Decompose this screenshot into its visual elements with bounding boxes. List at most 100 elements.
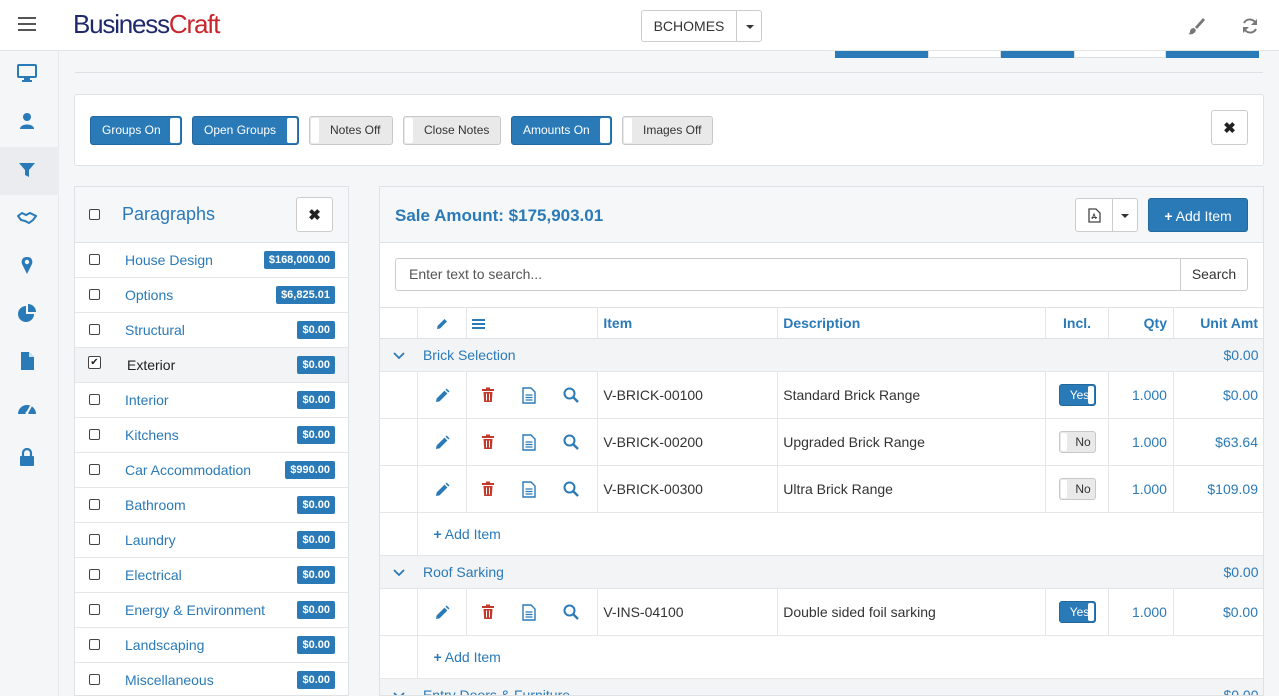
- table-row[interactable]: V-BRICK-00100 Standard Brick Range Yes 1.00…: [380, 371, 1263, 419]
- images-toggle[interactable]: Images Off: [622, 116, 713, 145]
- paragraph-item[interactable]: Car Accommodation $990.00: [75, 453, 348, 488]
- col-incl[interactable]: Incl.: [1045, 307, 1110, 339]
- group-row[interactable]: Entry Doors & Furniture $0.00: [380, 678, 1263, 696]
- groups-toggle[interactable]: Groups On: [90, 116, 182, 145]
- paragraph-checkbox[interactable]: [89, 464, 100, 475]
- included-toggle[interactable]: Yes: [1058, 601, 1096, 623]
- group-row[interactable]: Brick Selection $0.00: [380, 338, 1263, 372]
- location-icon[interactable]: [17, 256, 37, 276]
- notes-icon[interactable]: [522, 481, 537, 498]
- group-name[interactable]: Entry Doors & Furniture: [417, 678, 1174, 695]
- paragraph-checkbox[interactable]: [89, 534, 100, 545]
- paragraph-item[interactable]: Kitchens $0.00: [75, 418, 348, 453]
- top-tab-4[interactable]: [1074, 51, 1166, 58]
- pdf-export-button[interactable]: [1075, 198, 1138, 232]
- paragraph-label[interactable]: Car Accommodation: [125, 462, 251, 478]
- monitor-icon[interactable]: [17, 63, 37, 83]
- item-unit-amt[interactable]: $63.64: [1173, 418, 1263, 466]
- pencil-icon[interactable]: [434, 605, 450, 621]
- paragraph-item[interactable]: Miscellaneous $0.00: [75, 663, 348, 695]
- search-button[interactable]: Search: [1180, 258, 1248, 291]
- chevron-down-icon[interactable]: [393, 692, 405, 696]
- paragraph-label[interactable]: Miscellaneous: [125, 672, 214, 688]
- notes-toggle[interactable]: Notes Off: [309, 116, 393, 145]
- notes-icon[interactable]: [522, 434, 537, 451]
- item-qty[interactable]: 1.000: [1108, 418, 1174, 466]
- paragraph-label[interactable]: Electrical: [125, 567, 182, 583]
- handshake-icon[interactable]: [17, 208, 37, 228]
- paragraph-checkbox[interactable]: [89, 604, 100, 615]
- paragraph-checkbox[interactable]: [89, 429, 100, 440]
- paragraph-checkbox[interactable]: ✔: [88, 356, 101, 369]
- item-qty[interactable]: 1.000: [1108, 588, 1174, 636]
- paragraph-checkbox[interactable]: [89, 254, 100, 265]
- paragraph-item[interactable]: Options $6,825.01: [75, 278, 348, 313]
- paragraph-item[interactable]: Landscaping $0.00: [75, 628, 348, 663]
- search-icon[interactable]: [563, 604, 580, 621]
- search-icon[interactable]: [563, 481, 580, 498]
- paragraph-checkbox[interactable]: [89, 674, 100, 685]
- group-name[interactable]: Brick Selection: [417, 338, 1174, 372]
- search-input[interactable]: Enter text to search...: [395, 258, 1181, 291]
- col-unit-amt[interactable]: Unit Amt: [1173, 307, 1263, 339]
- paragraph-checkbox[interactable]: [89, 499, 100, 510]
- company-dropdown-button[interactable]: [737, 11, 761, 41]
- chevron-down-icon[interactable]: [393, 569, 405, 577]
- paragraph-item[interactable]: Structural $0.00: [75, 313, 348, 348]
- chevron-down-icon[interactable]: [393, 352, 405, 360]
- search-icon[interactable]: [563, 434, 580, 451]
- paragraph-label[interactable]: Energy & Environment: [125, 602, 265, 618]
- paragraph-checkbox[interactable]: [89, 289, 100, 300]
- item-unit-amt[interactable]: $0.00: [1173, 371, 1263, 419]
- paragraph-label[interactable]: Kitchens: [125, 427, 179, 443]
- table-row[interactable]: V-BRICK-00300 Ultra Brick Range No 1.000 $10…: [380, 465, 1263, 513]
- item-qty[interactable]: 1.000: [1108, 465, 1174, 513]
- paragraph-item[interactable]: Interior $0.00: [75, 383, 348, 418]
- select-all-checkbox[interactable]: [89, 209, 100, 220]
- top-tab-5[interactable]: [1166, 51, 1259, 58]
- paragraph-item[interactable]: Energy & Environment $0.00: [75, 593, 348, 628]
- paragraph-label[interactable]: Structural: [125, 322, 185, 338]
- top-tab-3[interactable]: [1001, 51, 1074, 58]
- paragraph-item[interactable]: Laundry $0.00: [75, 523, 348, 558]
- group-row[interactable]: Roof Sarking $0.00: [380, 555, 1263, 589]
- trash-icon[interactable]: [481, 481, 495, 497]
- paragraph-label[interactable]: Laundry: [125, 532, 176, 548]
- table-row[interactable]: V-BRICK-00200 Upgraded Brick Range No 1.000…: [380, 418, 1263, 466]
- included-toggle[interactable]: No: [1058, 431, 1096, 453]
- paragraph-label[interactable]: Landscaping: [125, 637, 204, 653]
- trash-icon[interactable]: [481, 604, 495, 620]
- notes-icon[interactable]: [522, 604, 537, 621]
- refresh-icon[interactable]: [1240, 16, 1260, 36]
- trash-icon[interactable]: [481, 434, 495, 450]
- filter-icon[interactable]: [17, 160, 37, 180]
- included-toggle[interactable]: Yes: [1058, 384, 1096, 406]
- item-unit-amt[interactable]: $109.09: [1173, 465, 1263, 513]
- amounts-toggle[interactable]: Amounts On: [511, 116, 612, 145]
- brush-icon[interactable]: [1186, 16, 1206, 36]
- user-icon[interactable]: [17, 111, 37, 131]
- top-tab-1[interactable]: [835, 51, 928, 58]
- paragraph-label[interactable]: Bathroom: [125, 497, 186, 513]
- table-row[interactable]: V-INS-04100 Double sided foil sarking Yes 1…: [380, 588, 1263, 636]
- paragraph-item[interactable]: House Design $168,000.00: [75, 243, 348, 278]
- item-qty[interactable]: 1.000: [1108, 371, 1174, 419]
- group-name[interactable]: Roof Sarking: [417, 555, 1174, 589]
- paragraph-checkbox[interactable]: [89, 324, 100, 335]
- top-tab-2[interactable]: [928, 51, 1001, 58]
- item-unit-amt[interactable]: $0.00: [1173, 588, 1263, 636]
- search-icon[interactable]: [563, 387, 580, 404]
- add-item-link[interactable]: + Add Item: [433, 649, 500, 665]
- paragraph-label[interactable]: Exterior: [127, 357, 175, 373]
- pencil-icon[interactable]: [434, 482, 450, 498]
- paragraph-label[interactable]: House Design: [125, 252, 213, 268]
- paragraph-label[interactable]: Options: [125, 287, 173, 303]
- menu-icon[interactable]: [18, 17, 36, 33]
- document-icon[interactable]: [17, 351, 37, 371]
- company-selector[interactable]: BCHOMES: [641, 10, 762, 42]
- add-item-button[interactable]: + Add Item: [1148, 198, 1248, 232]
- col-item[interactable]: Item: [597, 307, 779, 339]
- paragraph-checkbox[interactable]: [89, 394, 100, 405]
- notes-icon[interactable]: [522, 387, 537, 404]
- close-paragraphs-button[interactable]: ✖: [296, 197, 333, 232]
